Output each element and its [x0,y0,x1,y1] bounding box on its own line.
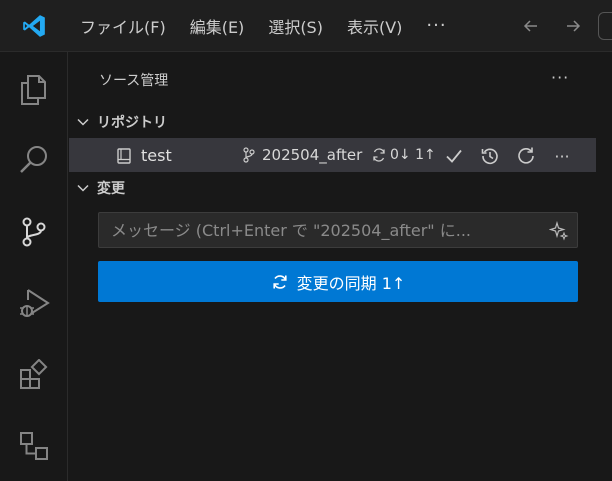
sparkle-icon[interactable] [548,220,569,245]
files-icon[interactable] [0,60,68,120]
search-icon[interactable] [0,130,68,190]
title-bar: ファイル(F) 編集(E) 選択(S) 表示(V) ··· [0,0,612,52]
sync-icon [271,273,289,291]
menu-file[interactable]: ファイル(F) [68,0,178,52]
arrow-left-icon[interactable] [516,11,546,41]
sync-status[interactable]: 0↓ 1↑ [371,147,436,163]
commit-message-box [98,212,578,248]
panel-title: ソース管理 [99,73,169,89]
repositories-section-header[interactable]: リポジトリ [69,108,612,136]
repo-more-button[interactable]: ··· [550,145,574,167]
remote-explorer-icon[interactable] [0,416,68,476]
activity-bar [0,52,68,481]
menu-view[interactable]: 表示(V) [335,0,414,52]
refresh-icon[interactable] [515,145,537,167]
menu-selection[interactable]: 選択(S) [256,0,335,52]
panel-more-button[interactable]: ··· [551,68,569,87]
repositories-header-label: リポジトリ [97,115,167,131]
menu-edit[interactable]: 編集(E) [178,0,257,52]
menu-more-button[interactable]: ··· [414,0,458,52]
changes-section-header[interactable]: 変更 [69,174,612,202]
arrow-right-icon[interactable] [558,11,588,41]
vscode-logo-icon [0,0,68,52]
repository-name: test [141,145,172,165]
extensions-icon[interactable] [0,346,68,406]
source-control-icon[interactable] [0,202,68,262]
branch-name: 202504_after [262,146,363,164]
commit-message-input[interactable] [109,219,543,241]
repo-icon [115,147,133,169]
sync-button-label: 変更の同期 1↑ [296,273,406,293]
check-icon[interactable] [443,145,465,167]
menu-bar: ファイル(F) 編集(E) 選択(S) 表示(V) ··· [68,0,459,52]
branch-indicator[interactable]: 202504_after [241,146,362,164]
command-center[interactable] [598,12,612,40]
source-control-panel: ソース管理 ··· リポジトリ test 202504_after 0↓ 1↑ … [69,52,612,481]
run-debug-icon[interactable] [0,274,68,334]
chevron-down-icon [69,115,97,129]
sync-counts: 0↓ 1↑ [390,147,436,163]
navigation-controls [516,0,600,52]
chevron-down-icon [69,181,97,195]
changes-header-label: 変更 [97,181,125,197]
history-icon[interactable] [479,145,501,167]
sync-changes-button[interactable]: 変更の同期 1↑ [98,261,578,302]
repository-row[interactable]: test 202504_after 0↓ 1↑ ··· [69,138,596,172]
